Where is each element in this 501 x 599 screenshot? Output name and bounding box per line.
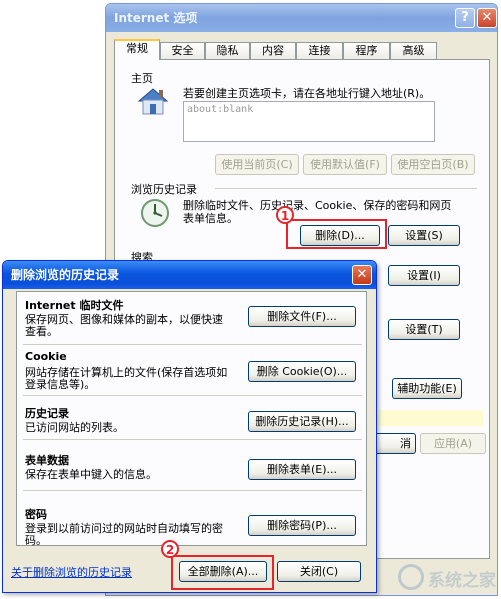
tab-privacy[interactable]: 隐私 [205, 42, 250, 59]
tab-advanced[interactable]: 高级 [390, 42, 437, 59]
tab-connections[interactable]: 连接 [296, 42, 343, 59]
home-url-field[interactable]: about:blank [183, 101, 435, 142]
annotation-marker-2: 2 [161, 540, 179, 558]
apply-button[interactable]: 应用(A) [420, 433, 486, 454]
home-group-label: 主页 [131, 72, 153, 85]
tabs-settings-button[interactable]: 设置(T) [388, 319, 460, 340]
cookie-desc-line2: 登录信息等)。 [25, 378, 96, 391]
dialog-close-button[interactable]: ✕ [352, 265, 372, 285]
about-delete-history-link[interactable]: 关于删除浏览的历史记录 [11, 564, 132, 580]
history-group-line [215, 188, 477, 189]
annotation-marker-1: 1 [276, 206, 294, 224]
watermark-logo [398, 564, 424, 590]
delete-history-dialog: 删除浏览的历史记录 ✕ Internet 临时文件 保存网页、图像和媒体的副本，… [2, 260, 377, 593]
help-button[interactable]: ? [455, 8, 475, 28]
accessibility-button[interactable]: 辅助功能(E) [392, 378, 462, 399]
dialog-title: 删除浏览的历史记录 [11, 268, 120, 282]
passwords-desc-line1: 登录到以前访问过的网站时自动填写的密 [25, 522, 223, 535]
use-current-button[interactable]: 使用当前页(C) [215, 154, 299, 175]
dialog-title-bar: 删除浏览的历史记录 [3, 261, 376, 289]
options-title: Internet 选项 [114, 11, 198, 25]
tab-content[interactable]: 内容 [250, 42, 296, 59]
tab-programs[interactable]: 程序 [343, 42, 390, 59]
history-desc-line1: 已访问网站的列表。 [25, 421, 124, 434]
search-settings-button[interactable]: 设置(I) [388, 265, 460, 286]
options-title-bar: Internet 选项 [106, 4, 497, 32]
section-divider [23, 439, 362, 440]
dialog-close-button-bottom[interactable]: 关闭(C) [277, 561, 361, 582]
home-description: 若要创建主页选项卡，请在各地址行键入地址(R)。 [183, 87, 431, 100]
section-divider [23, 395, 362, 396]
history-clock-icon [139, 197, 171, 229]
info-bar [375, 410, 483, 426]
history-group-label: 浏览历史记录 [131, 183, 197, 196]
form-data-desc-line1: 保存在表单中键入的信息。 [25, 468, 157, 481]
watermark: 系统之家 [398, 560, 498, 596]
passwords-desc-line2: 码。 [25, 534, 47, 547]
use-blank-button[interactable]: 使用空白页(B) [391, 154, 475, 175]
delete-forms-button[interactable]: 删除表单(E)... [248, 459, 356, 480]
options-close-button[interactable]: ✕ [477, 8, 497, 28]
history-description-line2: 表单信息。 [183, 212, 238, 225]
history-settings-button[interactable]: 设置(S) [388, 225, 460, 246]
annotation-box-1 [286, 219, 387, 249]
section-divider [23, 344, 362, 345]
tab-security[interactable]: 安全 [160, 42, 205, 59]
watermark-text: 系统之家 [428, 571, 496, 591]
delete-history-button[interactable]: 删除历史记录(H)... [248, 411, 356, 432]
cookie-heading: Cookie [25, 350, 67, 363]
delete-cookies-button[interactable]: 删除 Cookie(O)... [248, 361, 356, 382]
dialog-panel: Internet 临时文件 保存网页、图像和媒体的副本，以便快速 查看。 删除文… [16, 291, 367, 547]
tab-general[interactable]: 常规 [114, 39, 160, 60]
delete-files-button[interactable]: 删除文件(F)... [248, 306, 356, 327]
home-icon [135, 85, 171, 117]
use-default-button[interactable]: 使用默认值(F) [303, 154, 387, 175]
temp-files-desc-line2: 查看。 [25, 325, 58, 338]
annotation-box-2 [171, 555, 274, 590]
delete-passwords-button[interactable]: 删除密码(P)... [248, 515, 356, 536]
section-divider [23, 490, 362, 491]
